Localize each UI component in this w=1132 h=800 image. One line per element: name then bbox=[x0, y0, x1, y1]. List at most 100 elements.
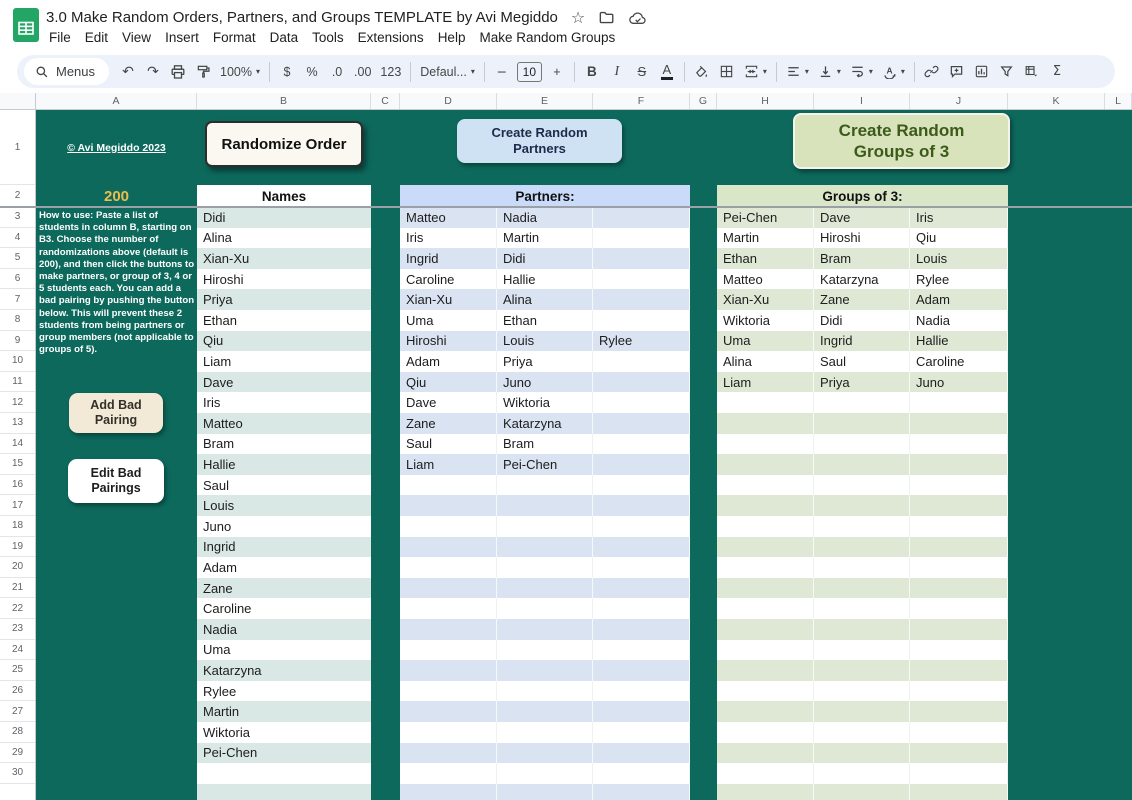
row-header-22[interactable]: 22 bbox=[0, 598, 35, 619]
group-cell-r30-1[interactable] bbox=[814, 763, 910, 784]
partner-cell-r23-0[interactable] bbox=[400, 619, 497, 640]
partner-cell-r28-0[interactable] bbox=[400, 722, 497, 743]
partner-cell-r16-0[interactable] bbox=[400, 474, 497, 496]
row-header-21[interactable]: 21 bbox=[0, 578, 35, 599]
partner-cell-r30-0[interactable] bbox=[400, 763, 497, 784]
partner-cell-r18-0[interactable] bbox=[400, 516, 497, 537]
column-header-H[interactable]: H bbox=[717, 93, 814, 109]
partner-cell-r14-1[interactable]: Bram bbox=[497, 433, 593, 455]
menu-insert[interactable]: Insert bbox=[158, 28, 206, 47]
group-cell-r24-0[interactable] bbox=[717, 639, 814, 661]
group-cell-r10-1[interactable]: Saul bbox=[814, 351, 910, 372]
partner-cell-r10-0[interactable]: Adam bbox=[400, 351, 497, 372]
vertical-align-button[interactable]: ▾ bbox=[814, 59, 845, 85]
group-cell-r23-0[interactable] bbox=[717, 619, 814, 640]
group-cell-r7-0[interactable]: Xian-Xu bbox=[717, 289, 814, 310]
group-cell-r17-0[interactable] bbox=[717, 495, 814, 516]
partner-cell-r11-1[interactable]: Juno bbox=[497, 371, 593, 393]
group-cell-r11-0[interactable]: Liam bbox=[717, 371, 814, 393]
partner-cell-r10-2[interactable] bbox=[593, 351, 690, 372]
partner-cell-r20-2[interactable] bbox=[593, 557, 690, 578]
group-cell-r6-0[interactable]: Matteo bbox=[717, 268, 814, 290]
group-cell-r9-1[interactable]: Ingrid bbox=[814, 330, 910, 352]
group-cell-r18-0[interactable] bbox=[717, 516, 814, 537]
name-cell-r14[interactable]: Bram bbox=[197, 433, 371, 455]
sheets-logo-icon[interactable] bbox=[13, 8, 39, 42]
group-cell-r16-1[interactable] bbox=[814, 474, 910, 496]
partner-cell-r18-2[interactable] bbox=[593, 516, 690, 537]
partner-cell-r24-2[interactable] bbox=[593, 639, 690, 661]
increase-font-size-button[interactable]: + bbox=[545, 59, 569, 85]
partner-cell-r26-2[interactable] bbox=[593, 680, 690, 702]
partner-cell-r14-2[interactable] bbox=[593, 433, 690, 455]
group-cell-r14-2[interactable] bbox=[910, 433, 1008, 455]
group-cell-r21-0[interactable] bbox=[717, 577, 814, 599]
group-cell-r29-1[interactable] bbox=[814, 742, 910, 764]
partner-cell-r8-0[interactable]: Uma bbox=[400, 310, 497, 331]
partner-cell-r16-1[interactable] bbox=[497, 474, 593, 496]
group-cell-r5-0[interactable]: Ethan bbox=[717, 248, 814, 269]
partner-cell-r7-2[interactable] bbox=[593, 289, 690, 310]
group-cell-r8-1[interactable]: Didi bbox=[814, 310, 910, 331]
column-header-B[interactable]: B bbox=[197, 93, 371, 109]
partner-cell-r30-1[interactable] bbox=[497, 763, 593, 784]
group-cell-r27-2[interactable] bbox=[910, 701, 1008, 722]
group-cell-r4-0[interactable]: Martin bbox=[717, 227, 814, 249]
group-cell-r12-0[interactable] bbox=[717, 392, 814, 413]
partner-cell-r27-1[interactable] bbox=[497, 701, 593, 722]
group-cell-r29-0[interactable] bbox=[717, 742, 814, 764]
groups-header-cell[interactable]: Groups of 3: bbox=[717, 185, 1008, 207]
name-cell-r4[interactable]: Alina bbox=[197, 227, 371, 249]
copyright-link[interactable]: © Avi Megiddo 2023 bbox=[67, 142, 166, 154]
menu-help[interactable]: Help bbox=[431, 28, 473, 47]
text-color-button[interactable]: A bbox=[655, 59, 679, 85]
column-header-A[interactable]: A bbox=[36, 93, 197, 109]
group-cell-r9-0[interactable]: Uma bbox=[717, 330, 814, 352]
currency-format-button[interactable]: $ bbox=[275, 59, 299, 85]
partner-cell-r27-0[interactable] bbox=[400, 701, 497, 722]
randomizations-cell[interactable]: 200 bbox=[36, 185, 197, 207]
group-cell-r29-2[interactable] bbox=[910, 742, 1008, 764]
group-cell-r16-0[interactable] bbox=[717, 474, 814, 496]
row-header-26[interactable]: 26 bbox=[0, 681, 35, 702]
group-cell-r14-1[interactable] bbox=[814, 433, 910, 455]
add-bad-pairing-button[interactable]: Add Bad Pairing bbox=[69, 393, 163, 433]
group-cell-r14-0[interactable] bbox=[717, 433, 814, 455]
select-all-corner[interactable] bbox=[0, 93, 36, 109]
partner-cell-r8-1[interactable]: Ethan bbox=[497, 310, 593, 331]
row-header-19[interactable]: 19 bbox=[0, 537, 35, 558]
partner-cell-r11-0[interactable]: Qiu bbox=[400, 371, 497, 393]
name-cell-r19[interactable]: Ingrid bbox=[197, 536, 371, 558]
group-cell-r15-0[interactable] bbox=[717, 454, 814, 475]
group-cell-r6-2[interactable]: Rylee bbox=[910, 268, 1008, 290]
percent-format-button[interactable]: % bbox=[300, 59, 324, 85]
menu-data[interactable]: Data bbox=[263, 28, 306, 47]
partner-cell-r24-0[interactable] bbox=[400, 639, 497, 661]
column-header-C[interactable]: C bbox=[371, 93, 400, 109]
star-icon[interactable]: ☆ bbox=[571, 9, 585, 26]
insert-link-button[interactable] bbox=[920, 59, 944, 85]
column-header-J[interactable]: J bbox=[910, 93, 1008, 109]
create-groups-button[interactable]: Create Random Groups of 3 bbox=[793, 113, 1010, 169]
partner-cell-r31-1[interactable] bbox=[497, 783, 593, 800]
partner-cell-r28-2[interactable] bbox=[593, 722, 690, 743]
partner-cell-r23-2[interactable] bbox=[593, 619, 690, 640]
column-header-K[interactable]: K bbox=[1008, 93, 1105, 109]
group-cell-r20-1[interactable] bbox=[814, 557, 910, 578]
name-cell-r31[interactable] bbox=[197, 783, 371, 800]
name-cell-r8[interactable]: Ethan bbox=[197, 310, 371, 331]
more-formats-button[interactable]: 123 bbox=[376, 59, 405, 85]
row-header-20[interactable]: 20 bbox=[0, 557, 35, 578]
group-cell-r8-0[interactable]: Wiktoria bbox=[717, 310, 814, 331]
partner-cell-r6-2[interactable] bbox=[593, 268, 690, 290]
row-header-29[interactable]: 29 bbox=[0, 743, 35, 764]
name-cell-r30[interactable] bbox=[197, 763, 371, 784]
name-cell-r21[interactable]: Zane bbox=[197, 577, 371, 599]
column-header-I[interactable]: I bbox=[814, 93, 910, 109]
row-header-8[interactable]: 8 bbox=[0, 310, 35, 331]
group-cell-r25-2[interactable] bbox=[910, 660, 1008, 681]
zoom-control[interactable]: 100% ▾ bbox=[216, 59, 264, 85]
menu-format[interactable]: Format bbox=[206, 28, 263, 47]
group-cell-r18-1[interactable] bbox=[814, 516, 910, 537]
group-cell-r21-2[interactable] bbox=[910, 577, 1008, 599]
